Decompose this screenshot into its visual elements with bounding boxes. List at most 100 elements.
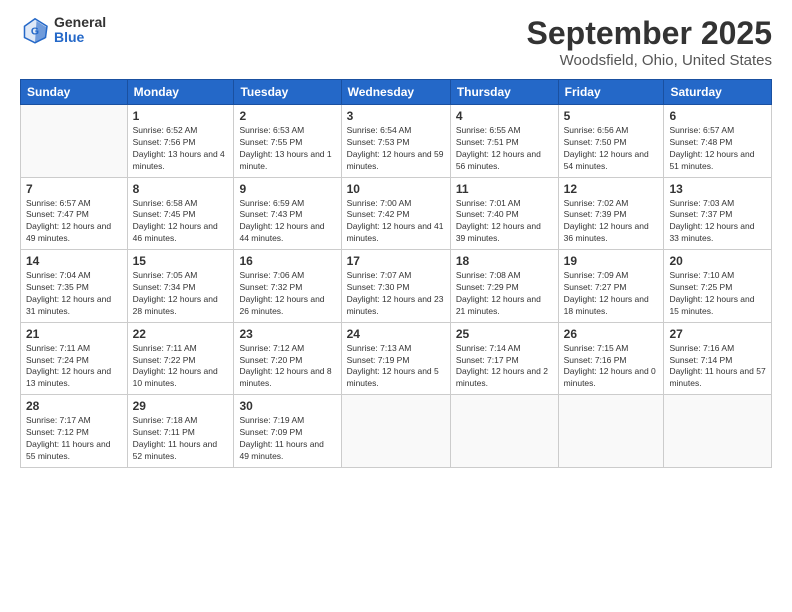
calendar-header-monday: Monday: [127, 80, 234, 105]
day-info: Sunrise: 6:54 AMSunset: 7:53 PMDaylight:…: [347, 125, 445, 173]
day-number: 17: [347, 254, 445, 268]
day-info: Sunrise: 6:59 AMSunset: 7:43 PMDaylight:…: [239, 198, 335, 246]
calendar-header-friday: Friday: [558, 80, 664, 105]
day-info: Sunrise: 7:00 AMSunset: 7:42 PMDaylight:…: [347, 198, 445, 246]
day-info: Sunrise: 7:13 AMSunset: 7:19 PMDaylight:…: [347, 343, 445, 391]
calendar-cell: 25Sunrise: 7:14 AMSunset: 7:17 PMDayligh…: [450, 322, 558, 395]
calendar-cell: 10 Sunrise: 7:00 AMSunset: 7:42 PMDayligh…: [341, 177, 450, 250]
logo-text-blue: Blue: [54, 30, 106, 45]
calendar-week-3: 14Sunrise: 7:04 AMSunset: 7:35 PMDayligh…: [21, 250, 772, 323]
header: G General Blue September 2025 Woodsfield…: [20, 15, 772, 69]
main-title: September 2025: [527, 15, 772, 52]
day-number: 30: [239, 399, 335, 413]
subtitle: Woodsfield, Ohio, United States: [527, 52, 772, 69]
calendar-cell: 1Sunrise: 6:52 AMSunset: 7:56 PMDaylight…: [127, 105, 234, 178]
calendar-cell: 22 Sunrise: 7:11 AMSunset: 7:22 PMDayligh…: [127, 322, 234, 395]
day-number: 28: [26, 399, 122, 413]
logo: G General Blue: [20, 15, 106, 46]
day-number: 7: [26, 182, 122, 196]
calendar-header-saturday: Saturday: [664, 80, 772, 105]
calendar-cell: 13 Sunrise: 7:03 AMSunset: 7:37 PMDayligh…: [664, 177, 772, 250]
calendar-cell: [341, 395, 450, 468]
day-info: Sunrise: 6:58 AMSunset: 7:45 PMDaylight:…: [133, 198, 229, 246]
calendar-cell: [664, 395, 772, 468]
day-info: Sunrise: 6:56 AMSunset: 7:50 PMDaylight:…: [564, 125, 659, 173]
day-info: Sunrise: 6:57 AMSunset: 7:48 PMDaylight:…: [669, 125, 766, 173]
calendar-cell: [450, 395, 558, 468]
day-info: Sunrise: 7:19 AMSunset: 7:09 PMDaylight:…: [239, 415, 335, 463]
day-info: Sunrise: 7:10 AMSunset: 7:25 PMDaylight:…: [669, 270, 766, 318]
day-number: 2: [239, 109, 335, 123]
calendar-cell: 8 Sunrise: 6:58 AMSunset: 7:45 PMDaylight…: [127, 177, 234, 250]
day-number: 24: [347, 327, 445, 341]
calendar-cell: 4 Sunrise: 6:55 AMSunset: 7:51 PMDaylight…: [450, 105, 558, 178]
day-info: Sunrise: 7:01 AMSunset: 7:40 PMDaylight:…: [456, 198, 553, 246]
calendar-cell: 24 Sunrise: 7:13 AMSunset: 7:19 PMDayligh…: [341, 322, 450, 395]
calendar-cell: 23Sunrise: 7:12 AMSunset: 7:20 PMDayligh…: [234, 322, 341, 395]
day-number: 25: [456, 327, 553, 341]
day-info: Sunrise: 6:53 AMSunset: 7:55 PMDaylight:…: [239, 125, 335, 173]
day-number: 21: [26, 327, 122, 341]
day-info: Sunrise: 7:02 AMSunset: 7:39 PMDaylight:…: [564, 198, 659, 246]
title-section: September 2025 Woodsfield, Ohio, United …: [527, 15, 772, 69]
logo-icon: G: [20, 15, 50, 45]
day-number: 12: [564, 182, 659, 196]
day-number: 20: [669, 254, 766, 268]
day-number: 22: [133, 327, 229, 341]
day-number: 23: [239, 327, 335, 341]
day-info: Sunrise: 7:15 AMSunset: 7:16 PMDaylight:…: [564, 343, 659, 391]
day-info: Sunrise: 7:16 AMSunset: 7:14 PMDaylight:…: [669, 343, 766, 391]
day-number: 8: [133, 182, 229, 196]
day-info: Sunrise: 7:11 AMSunset: 7:22 PMDaylight:…: [133, 343, 229, 391]
day-number: 5: [564, 109, 659, 123]
day-info: Sunrise: 7:18 AMSunset: 7:11 PMDaylight:…: [133, 415, 229, 463]
day-info: Sunrise: 7:08 AMSunset: 7:29 PMDaylight:…: [456, 270, 553, 318]
calendar-week-4: 21 Sunrise: 7:11 AMSunset: 7:24 PMDayligh…: [21, 322, 772, 395]
day-number: 4: [456, 109, 553, 123]
svg-text:G: G: [31, 26, 39, 38]
day-info: Sunrise: 7:03 AMSunset: 7:37 PMDaylight:…: [669, 198, 766, 246]
page: G General Blue September 2025 Woodsfield…: [0, 0, 792, 612]
calendar-header-tuesday: Tuesday: [234, 80, 341, 105]
calendar-cell: 6 Sunrise: 6:57 AMSunset: 7:48 PMDaylight…: [664, 105, 772, 178]
calendar-cell: 27 Sunrise: 7:16 AMSunset: 7:14 PMDayligh…: [664, 322, 772, 395]
calendar-cell: 7 Sunrise: 6:57 AMSunset: 7:47 PMDaylight…: [21, 177, 128, 250]
calendar-header-row: SundayMondayTuesdayWednesdayThursdayFrid…: [21, 80, 772, 105]
calendar-week-2: 7 Sunrise: 6:57 AMSunset: 7:47 PMDaylight…: [21, 177, 772, 250]
calendar-cell: 2 Sunrise: 6:53 AMSunset: 7:55 PMDaylight…: [234, 105, 341, 178]
calendar-cell: 30 Sunrise: 7:19 AMSunset: 7:09 PMDayligh…: [234, 395, 341, 468]
calendar-cell: 28Sunrise: 7:17 AMSunset: 7:12 PMDayligh…: [21, 395, 128, 468]
calendar-cell: 11 Sunrise: 7:01 AMSunset: 7:40 PMDayligh…: [450, 177, 558, 250]
day-number: 10: [347, 182, 445, 196]
day-number: 11: [456, 182, 553, 196]
day-info: Sunrise: 7:11 AMSunset: 7:24 PMDaylight:…: [26, 343, 122, 391]
calendar-cell: 18Sunrise: 7:08 AMSunset: 7:29 PMDayligh…: [450, 250, 558, 323]
day-info: Sunrise: 7:07 AMSunset: 7:30 PMDaylight:…: [347, 270, 445, 318]
logo-text-general: General: [54, 15, 106, 30]
day-info: Sunrise: 7:05 AMSunset: 7:34 PMDaylight:…: [133, 270, 229, 318]
day-number: 27: [669, 327, 766, 341]
day-number: 6: [669, 109, 766, 123]
calendar-cell: 16 Sunrise: 7:06 AMSunset: 7:32 PMDayligh…: [234, 250, 341, 323]
calendar-cell: [558, 395, 664, 468]
calendar-header-sunday: Sunday: [21, 80, 128, 105]
calendar-cell: 5 Sunrise: 6:56 AMSunset: 7:50 PMDaylight…: [558, 105, 664, 178]
day-number: 16: [239, 254, 335, 268]
calendar-header-thursday: Thursday: [450, 80, 558, 105]
calendar-cell: 26Sunrise: 7:15 AMSunset: 7:16 PMDayligh…: [558, 322, 664, 395]
calendar-cell: [21, 105, 128, 178]
calendar-cell: 12 Sunrise: 7:02 AMSunset: 7:39 PMDayligh…: [558, 177, 664, 250]
calendar-table: SundayMondayTuesdayWednesdayThursdayFrid…: [20, 79, 772, 468]
day-info: Sunrise: 6:57 AMSunset: 7:47 PMDaylight:…: [26, 198, 122, 246]
calendar-cell: 17 Sunrise: 7:07 AMSunset: 7:30 PMDayligh…: [341, 250, 450, 323]
calendar-week-5: 28Sunrise: 7:17 AMSunset: 7:12 PMDayligh…: [21, 395, 772, 468]
day-info: Sunrise: 7:06 AMSunset: 7:32 PMDaylight:…: [239, 270, 335, 318]
calendar-cell: 3Sunrise: 6:54 AMSunset: 7:53 PMDaylight…: [341, 105, 450, 178]
calendar-cell: 9Sunrise: 6:59 AMSunset: 7:43 PMDaylight…: [234, 177, 341, 250]
day-info: Sunrise: 6:55 AMSunset: 7:51 PMDaylight:…: [456, 125, 553, 173]
calendar-cell: 20 Sunrise: 7:10 AMSunset: 7:25 PMDayligh…: [664, 250, 772, 323]
day-number: 13: [669, 182, 766, 196]
day-number: 19: [564, 254, 659, 268]
calendar-cell: 14Sunrise: 7:04 AMSunset: 7:35 PMDayligh…: [21, 250, 128, 323]
calendar-cell: 29Sunrise: 7:18 AMSunset: 7:11 PMDayligh…: [127, 395, 234, 468]
